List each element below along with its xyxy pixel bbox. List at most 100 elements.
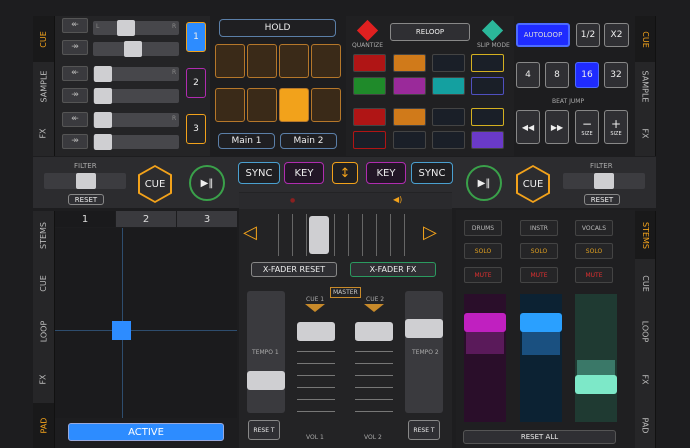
sync-button-right[interactable]: SYNC	[411, 162, 453, 184]
cue-1-icon[interactable]	[305, 304, 325, 312]
sample-pad[interactable]	[215, 44, 245, 78]
loop-pad-empty[interactable]	[432, 131, 465, 149]
jump-back-button[interactable]: ◀◀	[516, 110, 540, 144]
pad-tab-2[interactable]: 2	[116, 211, 176, 227]
loop-pad-empty[interactable]	[432, 54, 465, 72]
tempo-1-thumb[interactable]	[247, 371, 285, 390]
sample-pad[interactable]	[279, 44, 309, 78]
sample-pad[interactable]	[311, 88, 341, 122]
loop-pad-red[interactable]	[353, 108, 386, 126]
filter-thumb-left[interactable]	[76, 173, 96, 189]
loop-size-32[interactable]: 32	[604, 62, 628, 88]
xfader-reset-button[interactable]: X-FADER RESET	[251, 262, 337, 277]
forward-button[interactable]: ↠	[62, 88, 88, 103]
loop-pad-empty[interactable]	[353, 131, 386, 149]
tab-loop[interactable]: LOOP	[33, 307, 55, 355]
jump-size-minus-button[interactable]: − SIZE	[575, 110, 599, 144]
tab-stems[interactable]: STEMS	[33, 211, 55, 259]
tab-fx-right[interactable]: FX	[635, 110, 656, 156]
stem-drums-solo[interactable]: SOLO	[464, 243, 502, 259]
forward-button[interactable]: ↠	[62, 40, 88, 55]
xy-cursor[interactable]	[112, 321, 131, 340]
loop-pad-teal[interactable]	[432, 77, 465, 95]
stem-vocals-mute[interactable]: MUTE	[575, 267, 613, 283]
sync-button-left[interactable]: SYNC	[238, 162, 280, 184]
sample-pad-active[interactable]	[279, 88, 309, 122]
tab-cue-right[interactable]: CUE	[635, 16, 656, 62]
slider-thumb[interactable]	[94, 112, 112, 128]
stem-drums-mute[interactable]: MUTE	[464, 267, 502, 283]
slider-thumb[interactable]	[117, 20, 135, 36]
loop-pad-purple[interactable]	[471, 131, 504, 149]
key-button-left[interactable]: KEY	[284, 162, 324, 184]
rewind-button[interactable]: ↞	[62, 112, 88, 127]
play-button-right[interactable]: ▶‖	[466, 165, 502, 201]
loop-pad-orange[interactable]	[393, 108, 426, 126]
forward-button[interactable]: ↠	[62, 134, 88, 149]
loop-double-button[interactable]: X2	[604, 23, 629, 47]
hold-button[interactable]: HOLD	[219, 19, 336, 37]
loop-size-16[interactable]: 16	[575, 62, 599, 88]
tab-stems-right[interactable]: STEMS	[635, 211, 656, 259]
tab-sample-left[interactable]: SAMPLE	[33, 62, 55, 110]
loop-pad-empty[interactable]	[432, 108, 465, 126]
tempo-2-reset[interactable]: RESE T	[408, 420, 440, 440]
stem-vocals-solo[interactable]: SOLO	[575, 243, 613, 259]
tab-loop-right[interactable]: LOOP	[635, 307, 656, 355]
stems-reset-all-button[interactable]: RESET ALL	[463, 430, 616, 444]
cue-2-icon[interactable]	[364, 304, 384, 312]
key-button-right[interactable]: KEY	[366, 162, 406, 184]
stem-drums-thumb[interactable]	[464, 313, 506, 332]
tab-pad[interactable]: PAD	[33, 403, 55, 448]
loop-pad-empty[interactable]	[471, 108, 504, 126]
tab-fx-right-lower[interactable]: FX	[635, 355, 656, 403]
tempo-2-thumb[interactable]	[405, 319, 443, 338]
loop-half-button[interactable]: 1/2	[576, 23, 600, 47]
sample-pad[interactable]	[215, 88, 245, 122]
loop-size-4[interactable]: 4	[516, 62, 540, 88]
slider-thumb[interactable]	[94, 134, 112, 150]
autoloop-button[interactable]: AUTOLOOP	[516, 23, 570, 47]
pad-tab-1[interactable]: 1	[55, 211, 115, 227]
active-button[interactable]: ACTIVE	[68, 423, 224, 441]
tab-cue-left[interactable]: CUE	[33, 16, 55, 62]
tab-fx-left[interactable]: FX	[33, 110, 55, 156]
slider-thumb[interactable]	[94, 88, 112, 104]
deck-button-3[interactable]: 3	[186, 114, 206, 144]
filter-reset-right[interactable]: RESET	[584, 194, 620, 205]
sample-pad[interactable]	[247, 88, 277, 122]
loop-pad-yellow-outline[interactable]	[471, 54, 504, 72]
stem-instr-mute[interactable]: MUTE	[520, 267, 558, 283]
loop-pad-orange[interactable]	[393, 54, 426, 72]
xfader-left-arrow[interactable]: ◁	[243, 222, 267, 246]
crossfader-thumb[interactable]	[309, 216, 329, 254]
loop-pad-magenta[interactable]	[393, 77, 426, 95]
xfader-fx-button[interactable]: X-FADER FX	[350, 262, 436, 277]
stem-instr-solo[interactable]: SOLO	[520, 243, 558, 259]
slider-thumb[interactable]	[94, 66, 112, 82]
vol-2-thumb[interactable]	[355, 322, 393, 341]
jump-size-plus-button[interactable]: + SIZE	[604, 110, 628, 144]
vol-1-thumb[interactable]	[297, 322, 335, 341]
loop-pad-empty[interactable]	[393, 131, 426, 149]
loop-pad-green[interactable]	[353, 77, 386, 95]
slider-thumb[interactable]	[124, 41, 142, 57]
arrow-up-icon[interactable]: ↕	[332, 162, 358, 184]
play-button-left[interactable]: ▶‖	[189, 165, 225, 201]
stem-instr-thumb[interactable]	[520, 313, 562, 332]
deck-button-2[interactable]: 2	[186, 68, 206, 98]
crossfader-track[interactable]	[278, 214, 414, 256]
reloop-button[interactable]: RELOOP	[390, 23, 470, 41]
volume-slider-1[interactable]	[93, 21, 179, 35]
tab-cue-right-lower[interactable]: CUE	[635, 259, 656, 307]
loop-size-8[interactable]: 8	[545, 62, 569, 88]
stem-vocals-thumb[interactable]	[575, 375, 617, 394]
stem-vocals-fader[interactable]	[575, 294, 617, 422]
main-2-button[interactable]: Main 2	[280, 133, 337, 149]
sample-pad[interactable]	[247, 44, 277, 78]
deck-button-1[interactable]: 1	[186, 22, 206, 52]
pad-tab-3[interactable]: 3	[177, 211, 237, 227]
tab-sample-right[interactable]: SAMPLE	[635, 62, 656, 110]
jump-forward-button[interactable]: ▶▶	[545, 110, 569, 144]
loop-pad-red[interactable]	[353, 54, 386, 72]
